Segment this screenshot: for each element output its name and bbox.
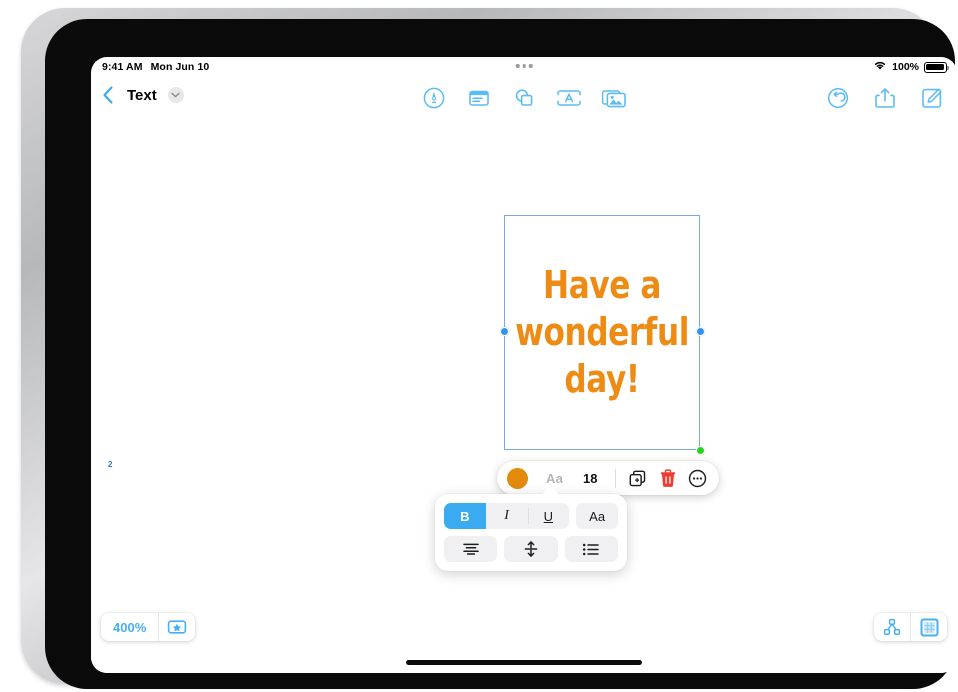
battery-percent: 100%	[892, 61, 919, 73]
chevron-left-icon[interactable]	[100, 84, 116, 106]
color-swatch-button[interactable]	[507, 467, 528, 489]
nav-bar: Text	[91, 79, 957, 119]
battery-icon	[924, 61, 950, 73]
multitasking-dots-icon[interactable]	[515, 64, 533, 68]
nav-bar-right-tools	[825, 85, 945, 111]
align-center-icon[interactable]	[444, 536, 498, 562]
status-bar-right: 100%	[873, 60, 950, 74]
nav-bar-left: Text	[100, 84, 184, 106]
underline-button[interactable]: U	[527, 503, 570, 529]
selected-text-object[interactable]: Have a wonderful day!	[499, 215, 705, 455]
undo-arrow-icon[interactable]	[825, 85, 851, 111]
line-spacing-icon[interactable]	[504, 536, 558, 562]
home-indicator[interactable]	[406, 660, 642, 665]
text-style-row-2	[444, 536, 618, 562]
pen-in-circle-icon[interactable]	[421, 85, 447, 111]
wifi-icon	[873, 60, 887, 74]
page-title[interactable]: Text	[127, 87, 157, 104]
grid-square-icon[interactable]	[911, 613, 947, 641]
toolbar-divider	[614, 468, 616, 488]
bold-button[interactable]: B	[444, 503, 486, 529]
status-date: Mon Jun 10	[150, 61, 210, 73]
chevron-down-icon[interactable]	[167, 87, 184, 103]
status-time: 9:41 AM	[102, 61, 143, 73]
ipad-device-frame: 9:41 AM Mon Jun 10 100% Text 2 Have a wo…	[21, 8, 957, 689]
compose-pencil-square-icon[interactable]	[919, 85, 945, 111]
nav-bar-center-tools	[421, 85, 627, 111]
font-label[interactable]: Aa	[537, 471, 572, 486]
style-panel-pointer	[543, 488, 558, 495]
star-in-rectangle-icon[interactable]	[159, 613, 195, 641]
status-bar-left: 9:41 AM Mon Jun 10	[102, 61, 209, 73]
object-format-toolbar: Aa 18	[497, 461, 719, 495]
text-style-row-1: B I U Aa	[444, 503, 618, 529]
italic-button[interactable]: I	[486, 503, 528, 529]
device-screen: 9:41 AM Mon Jun 10 100% Text 2 Have a wo…	[91, 57, 957, 673]
document-canvas[interactable]: 2 Have a wonderful day! Aa 18 B I U Aa 4…	[91, 119, 957, 673]
zoom-control: 400%	[101, 613, 196, 641]
resize-handle-left[interactable]	[499, 327, 509, 336]
note-card-icon[interactable]	[466, 85, 492, 111]
more-ellipsis-circle-icon[interactable]	[684, 464, 712, 492]
duplicate-icon[interactable]	[624, 464, 652, 492]
trash-icon[interactable]	[654, 464, 682, 492]
photos-stack-icon[interactable]	[601, 85, 627, 111]
canvas-edge-marker: 2	[108, 460, 113, 469]
text-object-content: Have a wonderful day!	[515, 262, 689, 402]
node-graph-icon[interactable]	[874, 613, 910, 641]
canvas-view-controls	[874, 613, 947, 641]
text-box-icon[interactable]	[556, 85, 582, 111]
bullet-list-icon[interactable]	[564, 536, 618, 562]
share-up-arrow-icon[interactable]	[872, 85, 898, 111]
text-emphasis-segment: B I U	[444, 503, 570, 529]
resize-handle-right[interactable]	[695, 327, 705, 336]
font-size-value[interactable]: 18	[574, 471, 606, 486]
device-bezel: 9:41 AM Mon Jun 10 100% Text 2 Have a wo…	[45, 19, 957, 689]
overlapping-shapes-icon[interactable]	[511, 85, 537, 111]
screenshot-root: 9:41 AM Mon Jun 10 100% Text 2 Have a wo…	[0, 0, 958, 692]
resize-handle-bottom-right[interactable]	[695, 445, 705, 455]
font-style-button[interactable]: Aa	[576, 503, 618, 529]
status-bar: 9:41 AM Mon Jun 10 100%	[91, 57, 957, 79]
text-style-panel: B I U Aa	[435, 494, 627, 571]
zoom-level-value[interactable]: 400%	[101, 620, 158, 635]
